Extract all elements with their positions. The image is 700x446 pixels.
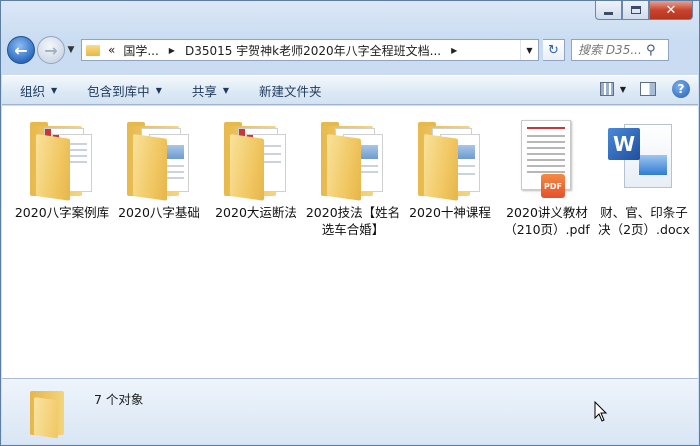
file-item-folder[interactable]: 2020八字基础 (111, 114, 207, 221)
refresh-icon: ↻ (548, 42, 559, 58)
search-input[interactable] (578, 43, 644, 57)
folder-icon (216, 114, 296, 201)
command-bar: 组织 ▼ 包含到库中 ▼ 共享 ▼ 新建文件夹 ▼ ? (2, 75, 698, 105)
new-folder-button[interactable]: 新建文件夹 (259, 81, 322, 100)
preview-pane-icon[interactable] (640, 82, 656, 96)
word-file-icon: W (604, 114, 684, 200)
breadcrumb-label: D35015 宇贺神k老师2020年八字全程班文档... (184, 43, 442, 58)
breadcrumb-label: 国学... (123, 43, 159, 58)
breadcrumb-overflow-label: « (108, 43, 116, 57)
breadcrumb-arrow-icon[interactable]: ▶ (445, 46, 463, 55)
help-icon[interactable]: ? (672, 80, 690, 98)
back-arrow-icon: ← (14, 40, 28, 60)
file-name: 2020八字基础 (118, 205, 200, 220)
back-button[interactable]: ← (7, 36, 35, 64)
breadcrumb-current-folder[interactable]: D35015 宇贺神k老师2020年八字全程班文档... ▶ (181, 42, 463, 59)
maximize-button[interactable] (622, 1, 649, 20)
chevron-down-icon: ▼ (526, 45, 533, 55)
folder-icon (22, 114, 102, 201)
explorer-window: ✕ ← → ▼ « 国学... ▶ D35015 宇贺神k老师2020年八字全程… (0, 0, 700, 446)
file-name: 财、官、印条子决（2页）.docx (598, 205, 690, 237)
chevron-down-icon: ▼ (51, 85, 58, 95)
file-item-docx[interactable]: W 财、官、印条子决（2页）.docx (596, 114, 692, 238)
breadcrumb-arrow-icon[interactable]: ▶ (163, 46, 181, 55)
breadcrumb-guoxue[interactable]: 国学... ▶ (119, 42, 181, 59)
recent-pages-dropdown[interactable]: ▼ (65, 45, 77, 55)
breadcrumb-overflow[interactable]: « (104, 43, 119, 57)
folder-icon (119, 114, 199, 201)
search-box[interactable]: ⚲ (571, 39, 669, 61)
file-name: 2020技法【姓名选车合婚】 (305, 205, 401, 237)
chevron-down-icon: ▼ (155, 85, 162, 95)
minimize-icon (604, 11, 613, 15)
pdf-file-icon: PDF (507, 114, 587, 200)
share-button[interactable]: 共享 ▼ (192, 81, 229, 100)
pdf-badge: PDF (541, 174, 565, 198)
include-library-label: 包含到库中 (87, 83, 150, 99)
navigation-bar: ← → ▼ « 国学... ▶ D35015 宇贺神k老师2020年八字全程班文… (7, 34, 693, 66)
new-folder-label: 新建文件夹 (259, 83, 322, 99)
address-dropdown-button[interactable]: ▼ (520, 40, 538, 60)
details-pane: 7 个对象 (2, 378, 698, 444)
file-name: 2020讲义教材（210页）.pdf (504, 205, 590, 237)
view-options-dropdown[interactable]: ▼ (620, 85, 626, 94)
word-badge: W (608, 128, 640, 160)
caption-buttons: ✕ (595, 1, 693, 20)
search-icon[interactable]: ⚲ (646, 43, 656, 58)
folder-icon (313, 114, 393, 201)
share-label: 共享 (191, 83, 217, 99)
file-item-folder[interactable]: 2020十神课程 (402, 114, 498, 221)
view-controls: ▼ ? (599, 80, 690, 98)
folder-icon (410, 114, 490, 201)
file-item-folder[interactable]: 2020大运断法 (208, 114, 304, 221)
organize-menu-button[interactable]: 组织 ▼ (20, 81, 57, 100)
file-name: 2020八字案例库 (14, 205, 110, 220)
minimize-button[interactable] (595, 1, 622, 20)
file-list: 2020八字案例库 2020八字基础 2020大运断法 2020技法【姓名选车合… (2, 106, 698, 379)
chevron-down-icon: ▼ (222, 85, 230, 95)
change-view-icon[interactable] (599, 82, 614, 96)
forward-button[interactable]: → (37, 36, 65, 64)
maximize-icon (630, 6, 641, 14)
close-icon: ✕ (665, 2, 677, 18)
refresh-button[interactable]: ↻ (543, 39, 565, 61)
item-count: 7 个对象 (94, 392, 144, 407)
folder-icon (86, 44, 100, 56)
file-item-folder[interactable]: 2020八字案例库 (14, 114, 110, 221)
close-button[interactable]: ✕ (649, 1, 693, 20)
file-item-pdf[interactable]: PDF 2020讲义教材（210页）.pdf (499, 114, 595, 238)
file-item-folder[interactable]: 2020技法【姓名选车合婚】 (305, 114, 401, 238)
organize-label: 组织 (20, 83, 46, 99)
mouse-cursor-icon (594, 401, 608, 422)
file-name: 2020十神课程 (409, 205, 491, 220)
folder-icon (30, 385, 70, 439)
forward-arrow-icon: → (44, 40, 58, 60)
include-in-library-button[interactable]: 包含到库中 ▼ (87, 81, 162, 100)
file-name: 2020大运断法 (215, 205, 297, 220)
address-bar[interactable]: « 国学... ▶ D35015 宇贺神k老师2020年八字全程班文档... ▶… (81, 39, 539, 61)
